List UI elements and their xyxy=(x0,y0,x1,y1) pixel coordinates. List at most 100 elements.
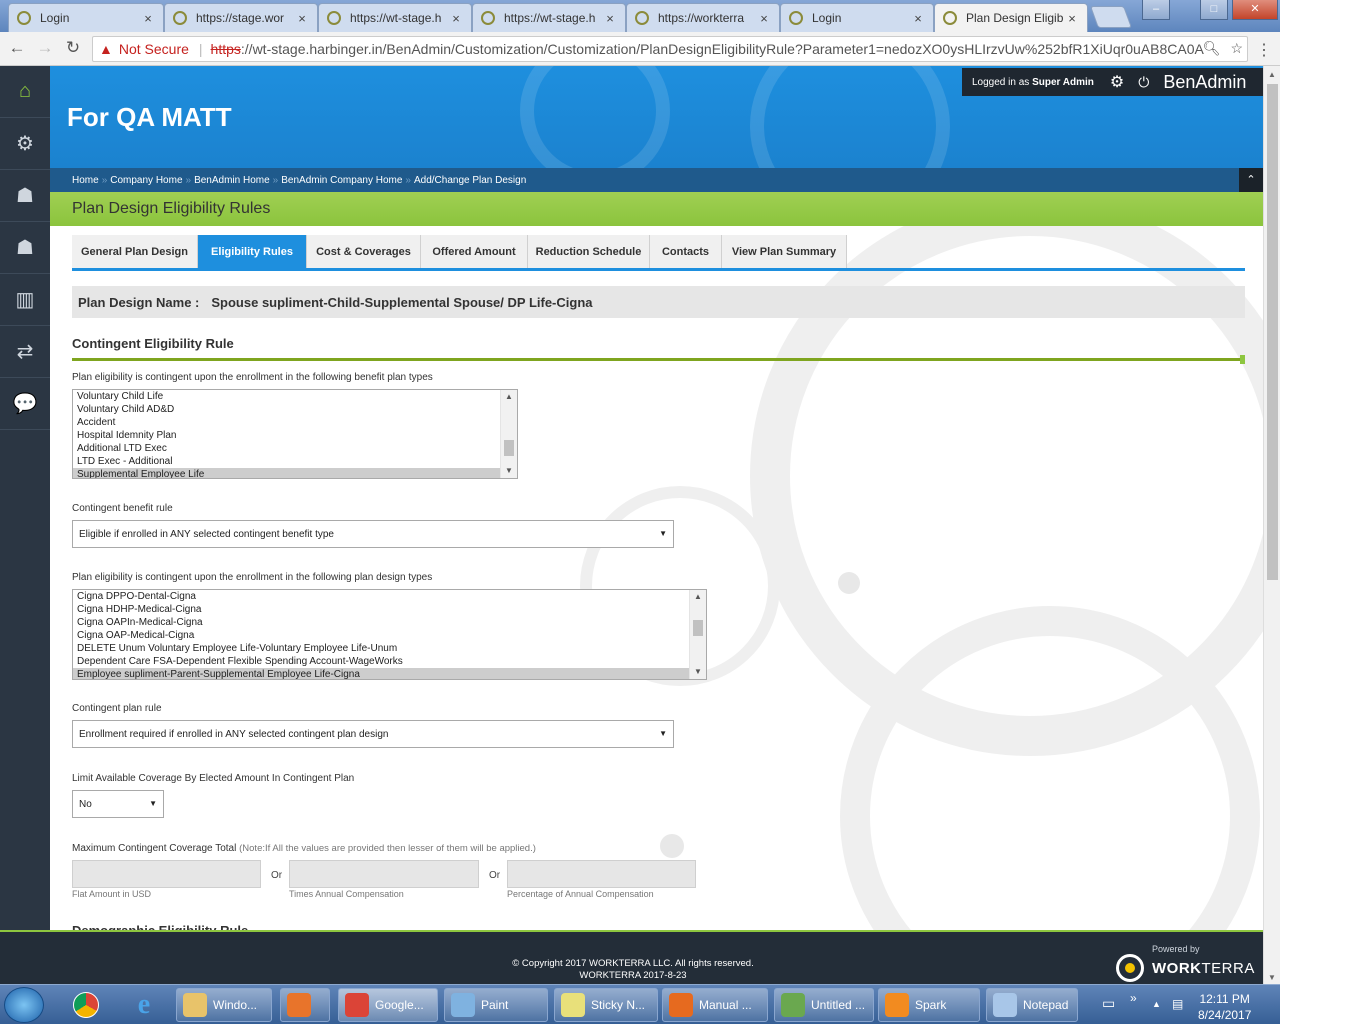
times-compensation-input[interactable] xyxy=(289,860,479,888)
ie-pinned-icon[interactable]: e xyxy=(124,989,164,1020)
browser-tab[interactable]: https://workterra × xyxy=(626,3,780,32)
bookmark-star-icon[interactable]: ☆ xyxy=(1230,40,1243,56)
browser-tab[interactable]: Login × xyxy=(780,3,934,32)
list-option[interactable]: Dependent Care FSA-Dependent Flexible Sp… xyxy=(73,655,706,668)
close-window-button[interactable]: ✕ xyxy=(1232,0,1278,20)
list-option[interactable]: Voluntary Child AD&D xyxy=(73,403,517,416)
taskbar-button[interactable]: Sticky N... xyxy=(554,988,658,1022)
taskbar-button[interactable]: Paint xyxy=(444,988,548,1022)
tab-contacts[interactable]: Contacts xyxy=(650,235,722,268)
breadcrumb-link[interactable]: BenAdmin Home xyxy=(194,175,270,186)
scroll-up-icon[interactable]: ▲ xyxy=(1264,70,1280,79)
not-secure-label[interactable]: Not Secure xyxy=(119,41,189,57)
tab-close-icon[interactable]: × xyxy=(295,11,309,26)
power-icon[interactable]: ⏻ xyxy=(1138,74,1149,91)
browser-tab[interactable]: Login × xyxy=(8,3,164,32)
percentage-compensation-input[interactable] xyxy=(507,860,696,888)
tray-up-arrow-icon[interactable]: ▲ xyxy=(1152,999,1161,1009)
chrome-pinned-icon[interactable] xyxy=(66,990,106,1020)
list-option[interactable]: DELETE Unum Voluntary Employee Life-Volu… xyxy=(73,642,706,655)
tray-expand-icon[interactable]: » xyxy=(1130,991,1137,1005)
sidebar-item[interactable]: ⌂ xyxy=(0,66,50,118)
page-scroll-thumb[interactable] xyxy=(1267,84,1278,580)
list-option[interactable]: Accident xyxy=(73,416,517,429)
sidebar-item[interactable]: ▥ xyxy=(0,274,50,326)
reload-button[interactable]: ↻ xyxy=(62,38,84,58)
start-button[interactable] xyxy=(4,987,44,1023)
tab-reduction-schedule[interactable]: Reduction Schedule xyxy=(528,235,650,268)
collapse-header-button[interactable]: ⌃ xyxy=(1239,168,1263,192)
tab-close-icon[interactable]: × xyxy=(603,11,617,26)
browser-tab[interactable]: https://stage.wor × xyxy=(164,3,318,32)
tab-close-icon[interactable]: × xyxy=(757,11,771,26)
tab-close-icon[interactable]: × xyxy=(449,11,463,26)
taskbar-button[interactable]: Spark xyxy=(878,988,980,1022)
tab-close-icon[interactable]: × xyxy=(141,11,155,26)
page-scrollbar[interactable]: ▲ ▼ xyxy=(1263,66,1280,986)
network-icon[interactable]: ▤ xyxy=(1172,997,1183,1011)
list-option[interactable]: Employee supliment-Parent-Supplemental E… xyxy=(73,668,706,679)
list-option[interactable]: Hospital Idemnity Plan xyxy=(73,429,517,442)
taskbar-button[interactable]: Windo... xyxy=(176,988,272,1022)
system-clock[interactable]: 12:11 PM 8/24/2017 xyxy=(1198,991,1251,1023)
tray-folder-icon[interactable]: ▭ xyxy=(1102,995,1115,1012)
taskbar-button[interactable]: Untitled ... xyxy=(774,988,874,1022)
benefit-rule-select[interactable]: Eligible if enrolled in ANY selected con… xyxy=(72,520,674,548)
zoom-icon[interactable]: 🔍︎ xyxy=(1203,40,1221,56)
limit-coverage-select[interactable]: No ▼ xyxy=(72,790,164,818)
flat-amount-input[interactable] xyxy=(72,860,261,888)
breadcrumb: Home» Company Home» BenAdmin Home» BenAdmin… xyxy=(50,168,1263,192)
breadcrumb-link[interactable]: Home xyxy=(72,175,99,186)
minimize-button[interactable]: – xyxy=(1142,0,1170,20)
sidebar-item[interactable]: ☗ xyxy=(0,222,50,274)
tab-eligibility-rules[interactable]: Eligibility Rules xyxy=(198,235,307,268)
taskbar-button[interactable]: Google... xyxy=(338,988,438,1022)
tab-offered-amount[interactable]: Offered Amount xyxy=(421,235,528,268)
plan-designs-listbox[interactable]: Cigna DPPO-Dental-Cigna Cigna HDHP-Medica… xyxy=(72,589,707,680)
forward-button[interactable]: → xyxy=(34,38,56,58)
plan-rule-select[interactable]: Enrollment required if enrolled in ANY s… xyxy=(72,720,674,748)
tab-cost-coverages[interactable]: Cost & Coverages xyxy=(307,235,421,268)
tab-close-icon[interactable]: × xyxy=(911,11,925,26)
browser-menu-icon[interactable]: ⋮ xyxy=(1256,40,1272,60)
taskbar-button[interactable]: Notepad xyxy=(986,988,1078,1022)
back-button[interactable]: ← xyxy=(6,38,28,58)
sidebar-item[interactable]: ⇄ xyxy=(0,326,50,378)
benefit-types-scrollbar[interactable]: ▲ ▼ xyxy=(500,390,517,478)
benefit-types-listbox[interactable]: Voluntary Child Life Voluntary Child AD&D… xyxy=(72,389,518,479)
plan-designs-scrollbar[interactable]: ▲ ▼ xyxy=(689,590,706,679)
list-option[interactable]: Cigna OAP-Medical-Cigna xyxy=(73,629,706,642)
list-option[interactable]: Additional LTD Exec xyxy=(73,442,517,455)
taskbar-button[interactable]: Manual ... xyxy=(662,988,768,1022)
tab-view-plan-summary[interactable]: View Plan Summary xyxy=(722,235,847,268)
scroll-down-icon[interactable]: ▼ xyxy=(1264,973,1280,982)
new-tab-button[interactable] xyxy=(1089,6,1133,28)
scroll-thumb[interactable] xyxy=(504,440,514,456)
sidebar-item[interactable]: ⚙ xyxy=(0,118,50,170)
scroll-up-icon[interactable]: ▲ xyxy=(690,590,706,604)
browser-tab[interactable]: Plan Design Eligib × xyxy=(934,3,1088,32)
scroll-down-icon[interactable]: ▼ xyxy=(501,464,517,478)
sidebar-item[interactable]: ☗ xyxy=(0,170,50,222)
maximize-button[interactable]: □ xyxy=(1200,0,1228,20)
scroll-up-icon[interactable]: ▲ xyxy=(501,390,517,404)
tab-general-plan-design[interactable]: General Plan Design xyxy=(72,235,198,268)
list-option[interactable]: Supplemental Employee Life xyxy=(73,468,517,478)
breadcrumb-link[interactable]: BenAdmin Company Home xyxy=(281,175,402,186)
breadcrumb-link[interactable]: Add/Change Plan Design xyxy=(414,175,526,186)
list-option[interactable]: Cigna OAPIn-Medical-Cigna xyxy=(73,616,706,629)
list-option[interactable]: Voluntary Child Life xyxy=(73,390,517,403)
taskbar-button[interactable] xyxy=(280,988,330,1022)
url-input[interactable]: ▲ Not Secure | https ://wt-stage.harbing… xyxy=(92,36,1248,62)
scroll-down-icon[interactable]: ▼ xyxy=(690,665,706,679)
scroll-thumb[interactable] xyxy=(693,620,703,636)
breadcrumb-link[interactable]: Company Home xyxy=(110,175,182,186)
list-option[interactable]: Cigna HDHP-Medical-Cigna xyxy=(73,603,706,616)
gear-icon[interactable]: ⚙ xyxy=(1110,72,1124,92)
browser-tab[interactable]: https://wt-stage.h × xyxy=(318,3,472,32)
list-option[interactable]: LTD Exec - Additional xyxy=(73,455,517,468)
list-option[interactable]: Cigna DPPO-Dental-Cigna xyxy=(73,590,706,603)
tab-close-icon[interactable]: × xyxy=(1065,11,1079,26)
sidebar-item[interactable]: 💬 xyxy=(0,378,50,430)
browser-tab[interactable]: https://wt-stage.h × xyxy=(472,3,626,32)
